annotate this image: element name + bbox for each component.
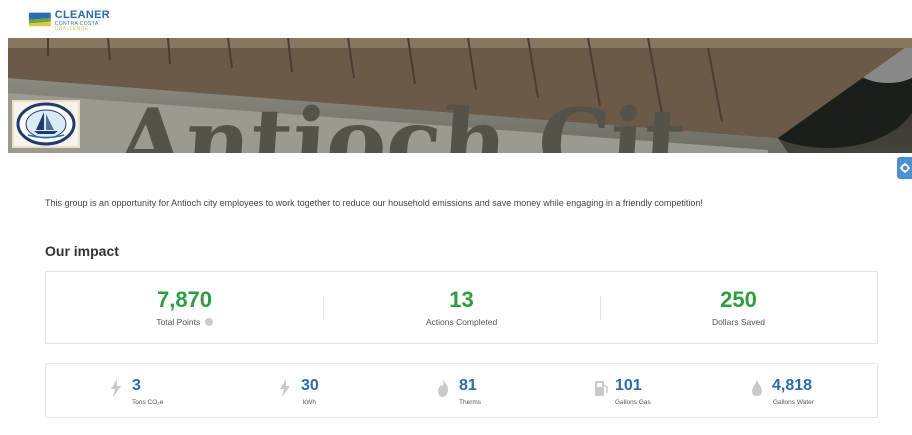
dollars-saved-stat: 250 Dollars Saved (600, 272, 877, 343)
metric-therms-label: Therms (459, 399, 482, 406)
metric-gallons-gas: 101 Gallons Gas (544, 364, 710, 417)
metric-gallons-gas-value: 101 (615, 377, 642, 394)
total-points-stat: 7,870 Total Points (46, 272, 323, 343)
actions-completed-stat: 13 Actions Completed (323, 272, 600, 343)
metric-gallons-water-value: 4,818 (772, 377, 813, 394)
metric-therms-value: 81 (459, 377, 477, 394)
gas-pump-icon (595, 381, 608, 396)
group-banner-image: Antioch Cit (8, 38, 912, 153)
dollars-saved-value: 250 (720, 287, 757, 312)
metric-gallons-gas-label: Gallons Gas (615, 399, 651, 406)
group-description: This group is an opportunity for Antioch… (45, 198, 703, 208)
impact-title: Our impact (45, 243, 119, 259)
impact-summary-card: 7,870 Total Points 13 Actions Completed … (45, 271, 878, 344)
metric-therms: 81 Therms (378, 364, 544, 417)
settings-button[interactable] (897, 157, 912, 179)
flame-icon (438, 379, 449, 397)
total-points-label: Total Points (156, 317, 201, 327)
lightning-icon (280, 379, 290, 397)
metric-kwh-label: kWh (303, 399, 316, 406)
city-seal-image (12, 100, 80, 148)
gear-icon (899, 163, 910, 173)
impact-metrics-card: 3 Tons CO₂e 30 kWh 81 Therms 101 Gallons… (45, 363, 878, 418)
info-icon[interactable] (204, 318, 213, 326)
svg-text:Antioch Cit: Antioch Cit (111, 89, 690, 153)
metric-co2-label: Tons CO₂e (132, 399, 164, 406)
metric-gallons-water-label: Gallons Water (773, 399, 814, 406)
lightning-icon (111, 379, 121, 397)
water-drop-icon (752, 380, 762, 396)
metric-gallons-water: 4,818 Gallons Water (710, 364, 877, 417)
metric-co2-value: 3 (132, 377, 141, 394)
total-points-value: 7,870 (156, 287, 213, 312)
brand-name: CLEANER (54, 9, 110, 21)
dollars-saved-label: Dollars Saved (712, 317, 765, 327)
logo-mark-icon (28, 9, 52, 29)
metric-co2: 3 Tons CO₂e (46, 364, 212, 417)
cleaner-contra-costa-logo[interactable]: CLEANER CONTRA COSTA CHALLENGE (28, 6, 110, 32)
metric-kwh: 30 kWh (212, 364, 378, 417)
metric-kwh-value: 30 (301, 377, 319, 394)
brand-tag: CHALLENGE (54, 26, 89, 32)
actions-completed-label: Actions Completed (425, 317, 498, 327)
actions-completed-value: 13 (449, 287, 474, 312)
